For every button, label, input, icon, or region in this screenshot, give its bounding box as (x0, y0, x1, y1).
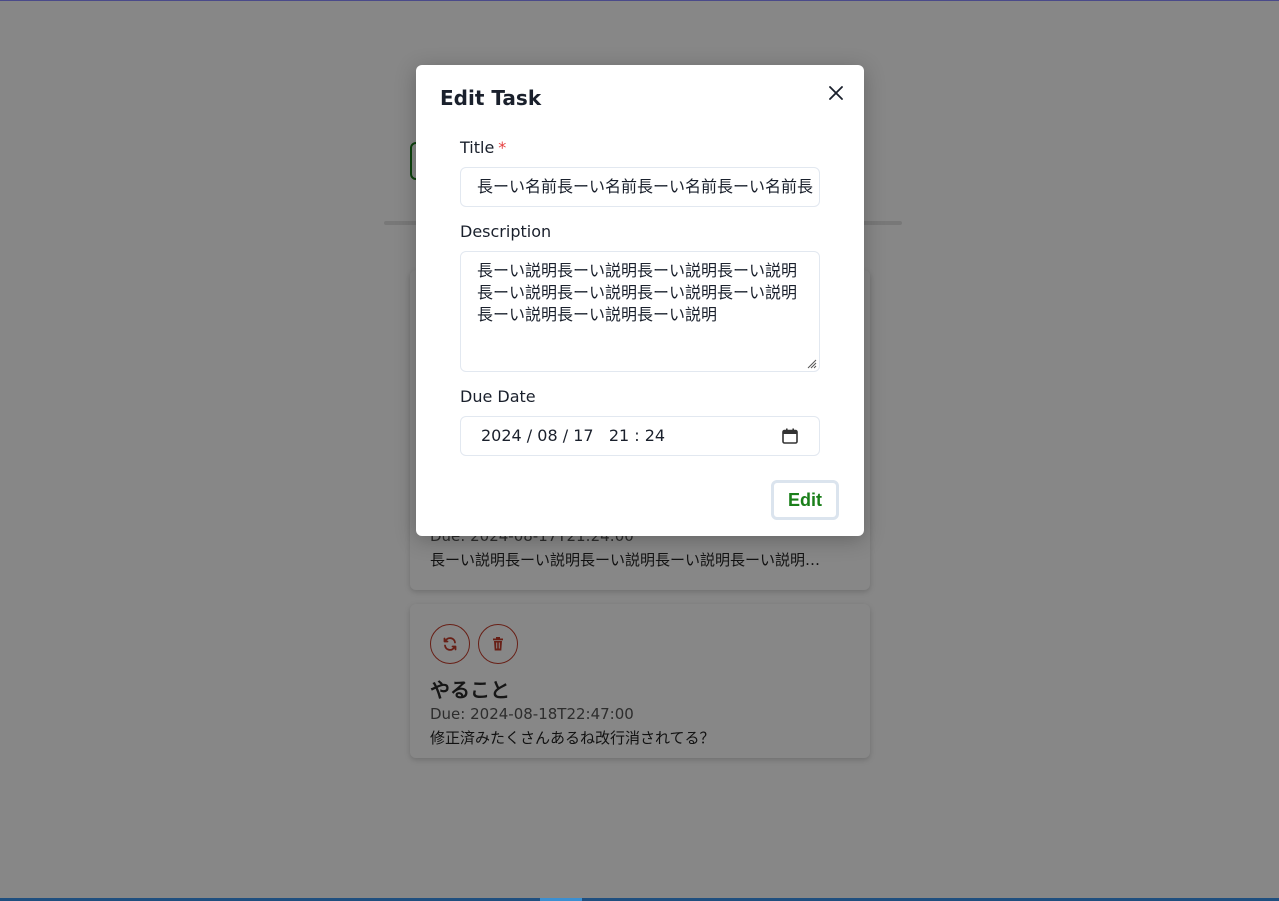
calendar-icon[interactable] (781, 427, 799, 445)
close-button[interactable] (820, 77, 852, 109)
description-textarea[interactable]: 長ーい説明長ーい説明長ーい説明長ーい説明長ーい説明長ーい説明長ーい説明長ーい説明… (460, 251, 820, 372)
page: Due: 2024-08-17T21:24:00 長ーい説明長ーい説明長ーい説明… (0, 0, 1279, 901)
modal-title: Edit Task (440, 86, 542, 110)
edit-submit-button[interactable]: Edit (771, 480, 839, 520)
required-mark: * (498, 138, 507, 157)
description-text: 長ーい説明長ーい説明長ーい説明長ーい説明長ーい説明長ーい説明長ーい説明長ーい説明… (477, 261, 798, 324)
close-icon (829, 86, 843, 100)
title-input[interactable]: 長ーい名前長ーい名前長ーい名前長ーい名前長 (460, 167, 820, 207)
resize-grip-icon[interactable] (805, 357, 817, 369)
due-date-input[interactable]: 2024 / 08 / 17 21 : 24 (460, 416, 820, 456)
edit-task-modal: Edit Task Title * 長ーい名前長ーい名前長ーい名前長ーい名前長 D… (416, 65, 864, 536)
description-label: Description (460, 222, 552, 241)
due-date-label: Due Date (460, 387, 536, 406)
due-date-value: 2024 / 08 / 17 21 : 24 (481, 426, 666, 445)
title-label-text: Title (460, 138, 495, 157)
title-label: Title * (460, 138, 506, 158)
